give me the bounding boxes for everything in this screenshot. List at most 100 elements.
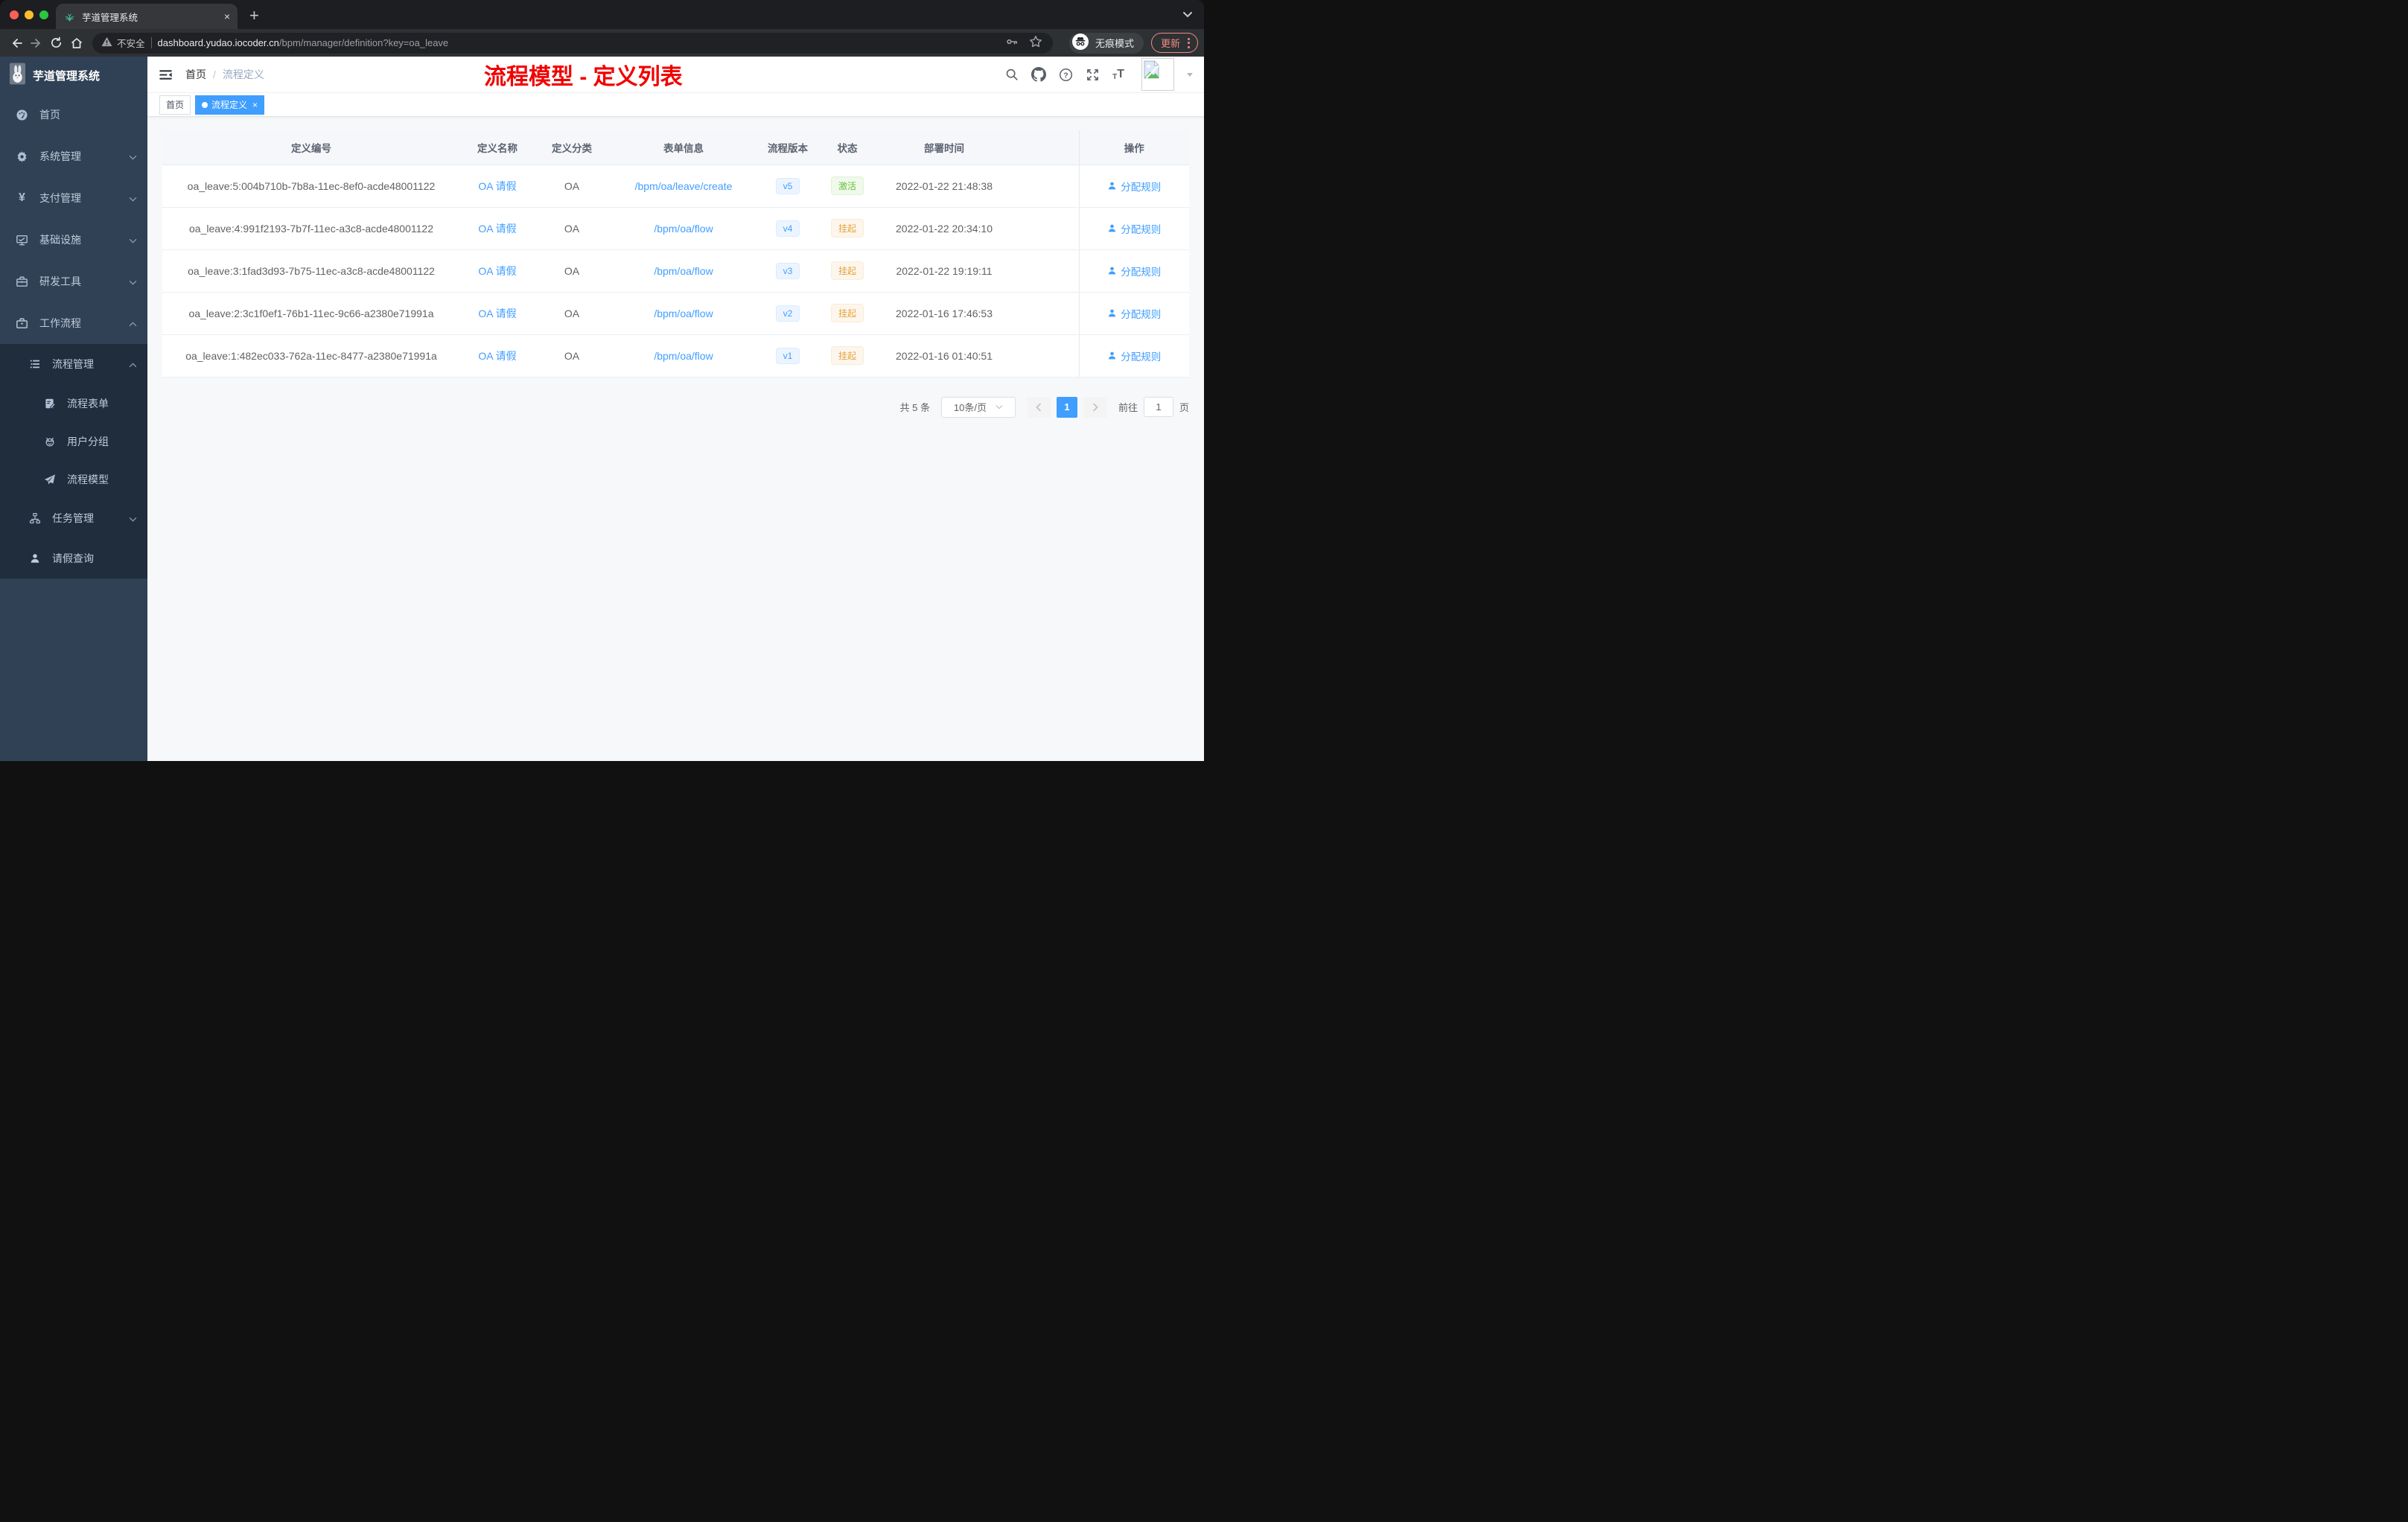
form-link[interactable]: /bpm/oa/flow [654, 223, 713, 235]
definition-name-link[interactable]: OA 请假 [478, 350, 516, 362]
select-caret-icon [996, 404, 1003, 410]
back-button[interactable] [6, 33, 26, 53]
sidebar-item-payment[interactable]: ¥ 支付管理 [0, 177, 147, 219]
cell-spacer [1011, 249, 1079, 293]
table-row: oa_leave:3:1fad3d93-7b75-11ec-a3c8-acde4… [162, 249, 1189, 293]
tab-close-icon[interactable]: × [224, 11, 230, 22]
sidebar-item-user-group[interactable]: 用户分组 [0, 422, 147, 460]
help-icon[interactable]: ? [1059, 68, 1073, 82]
sidebar-item-label: 研发工具 [39, 276, 81, 287]
sidebar-item-workflow[interactable]: 工作流程 [0, 302, 147, 344]
status-badge: 激活 [830, 176, 864, 195]
cell-category: OA [535, 249, 609, 293]
github-icon[interactable] [1031, 67, 1047, 82]
tab-strip: 芋道管理系统 × + [0, 0, 1204, 29]
next-page-button[interactable] [1083, 396, 1107, 418]
home-button[interactable] [66, 33, 86, 53]
user-avatar-broken-image[interactable] [1141, 58, 1174, 91]
chevron-up-icon [129, 358, 137, 370]
zoom-window-button[interactable] [39, 10, 48, 19]
sidebar-item-process-model[interactable]: 流程模型 [0, 460, 147, 498]
browser-menu-dots-icon[interactable] [1188, 37, 1190, 48]
form-link[interactable]: /bpm/oa/flow [654, 265, 713, 277]
password-key-icon[interactable] [1005, 35, 1019, 51]
svg-text:?: ? [1063, 71, 1068, 80]
font-size-icon[interactable]: TT [1112, 68, 1124, 81]
bookmark-star-icon[interactable] [1029, 35, 1042, 51]
definition-name-link[interactable]: OA 请假 [478, 223, 516, 235]
table-row: oa_leave:2:3c1f0ef1-76b1-11ec-9c66-a2380… [162, 292, 1189, 335]
form-link[interactable]: /bpm/oa/flow [654, 308, 713, 319]
cell-category: OA [535, 334, 609, 378]
sidebar-item-process-management[interactable]: 流程管理 [0, 344, 147, 384]
assign-rule-link[interactable]: 分配规则 [1107, 264, 1161, 278]
sidebar-item-home[interactable]: 首页 [0, 94, 147, 136]
search-icon[interactable] [1005, 68, 1019, 81]
security-warning-icon[interactable] [101, 36, 112, 49]
browser-tab[interactable]: 芋道管理系统 × [56, 4, 238, 29]
user-icon [28, 553, 41, 564]
fullscreen-icon[interactable] [1086, 68, 1100, 82]
sidebar-item-label: 支付管理 [39, 192, 81, 204]
page-size-select[interactable]: 10条/页 [940, 396, 1016, 418]
app-header: 首页 / 流程定义 流程模型 - 定义列表 ? T T [147, 57, 1204, 92]
forward-button[interactable] [26, 33, 46, 53]
new-tab-button[interactable]: + [249, 6, 259, 25]
tag-home[interactable]: 首页 [159, 95, 191, 115]
version-badge: v2 [775, 305, 800, 322]
definition-name-link[interactable]: OA 请假 [478, 308, 516, 319]
window-controls [10, 10, 48, 19]
definition-name-link[interactable]: OA 请假 [478, 180, 516, 192]
sidebar-item-label: 任务管理 [52, 512, 94, 524]
user-icon [1109, 224, 1116, 232]
sidebar-item-label: 系统管理 [39, 150, 81, 162]
col-deploy-time: 部署时间 [877, 130, 1011, 165]
sidebar-collapse-hamburger-icon[interactable] [159, 68, 173, 82]
table-header-row: 定义编号 定义名称 定义分类 表单信息 流程版本 状态 部署时间 操作 [162, 130, 1189, 165]
minimize-window-button[interactable] [25, 10, 34, 19]
cell-deploy-time: 2022-01-22 21:48:38 [877, 165, 1011, 208]
update-button[interactable]: 更新 [1150, 33, 1198, 53]
tab-search-chevron-icon[interactable] [1182, 8, 1193, 22]
pagination: 共 5 条 10条/页 1 前往 1 页 [162, 396, 1189, 418]
avatar-caret-down-icon[interactable] [1187, 73, 1193, 80]
current-page-button[interactable]: 1 [1056, 396, 1077, 418]
sidebar-item-leave-query[interactable]: 请假查询 [0, 538, 147, 579]
tag-process-definition[interactable]: 流程定义 × [195, 95, 265, 115]
close-window-button[interactable] [10, 10, 19, 19]
user-icon [1109, 182, 1116, 190]
form-link[interactable]: /bpm/oa/leave/create [635, 180, 733, 192]
assign-rule-link[interactable]: 分配规则 [1107, 179, 1161, 194]
assign-rule-link[interactable]: 分配规则 [1107, 306, 1161, 321]
url-host: dashboard.yudao.iocoder.cn [157, 37, 279, 48]
form-edit-icon [43, 398, 56, 410]
form-link[interactable]: /bpm/oa/flow [654, 350, 713, 362]
assign-rule-link[interactable]: 分配规则 [1107, 221, 1161, 236]
sidebar-item-label: 首页 [39, 109, 60, 121]
chevron-right-icon [1092, 402, 1098, 412]
breadcrumb-current: 流程定义 [222, 69, 264, 80]
address-bar[interactable]: 不安全 dashboard.yudao.iocoder.cn/bpm/manag… [92, 32, 1053, 54]
breadcrumb-separator: / [213, 69, 216, 80]
sidebar-item-process-form[interactable]: 流程表单 [0, 384, 147, 422]
update-label: 更新 [1160, 38, 1180, 49]
reload-button[interactable] [46, 33, 66, 53]
prev-page-button[interactable] [1026, 396, 1051, 418]
tag-close-icon[interactable]: × [252, 101, 258, 109]
definition-name-link[interactable]: OA 请假 [478, 265, 516, 277]
incognito-label: 无痕模式 [1095, 38, 1134, 49]
yen-icon: ¥ [19, 191, 25, 204]
version-badge: v3 [775, 262, 800, 279]
assign-rule-link[interactable]: 分配规则 [1107, 348, 1161, 363]
cell-spacer [1011, 207, 1079, 250]
sidebar-item-infrastructure[interactable]: 基础设施 [0, 219, 147, 261]
breadcrumb-home[interactable]: 首页 [185, 67, 206, 82]
cell-definition-id: oa_leave:5:004b710b-7b8a-11ec-8ef0-acde4… [162, 165, 460, 208]
gear-icon [16, 150, 28, 163]
cell-definition-id: oa_leave:1:482ec033-762a-11ec-8477-a2380… [162, 334, 460, 378]
sidebar-item-system[interactable]: 系统管理 [0, 136, 147, 177]
sidebar-item-task-management[interactable]: 任务管理 [0, 498, 147, 538]
goto-page-input[interactable] [1143, 397, 1173, 417]
tags-view-bar: 首页 流程定义 × [147, 92, 1204, 117]
sidebar-item-dev-tools[interactable]: 研发工具 [0, 261, 147, 302]
